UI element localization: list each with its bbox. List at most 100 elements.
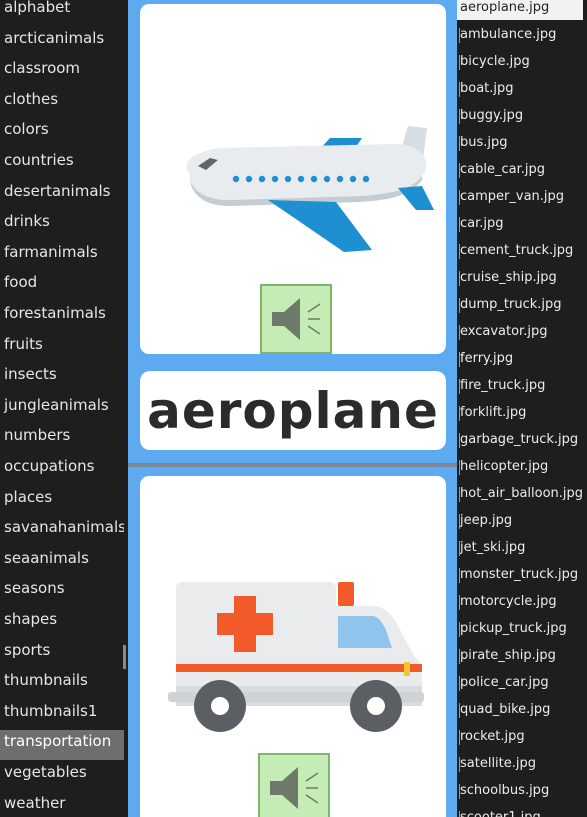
category-item-forestanimals[interactable]: forestanimals bbox=[0, 302, 124, 332]
file-item-marker bbox=[459, 55, 460, 70]
category-item-alphabet[interactable]: alphabet bbox=[0, 0, 124, 26]
category-item-savanahanimals[interactable]: savanahanimals bbox=[0, 516, 124, 546]
file-item[interactable]: pickup_truck.jpg bbox=[457, 619, 587, 641]
category-item-fruits[interactable]: fruits bbox=[0, 333, 124, 363]
file-item-label: bus.jpg bbox=[460, 135, 508, 150]
category-item-arcticanimals[interactable]: arcticanimals bbox=[0, 27, 124, 57]
category-item-thumbnails1[interactable]: thumbnails1 bbox=[0, 700, 124, 730]
file-item-label: garbage_truck.jpg bbox=[460, 432, 579, 447]
file-item-label: car.jpg bbox=[460, 216, 504, 231]
file-item-marker bbox=[459, 703, 460, 718]
category-item-seaanimals[interactable]: seaanimals bbox=[0, 547, 124, 577]
file-item[interactable]: ambulance.jpg bbox=[457, 25, 587, 47]
category-item-places[interactable]: places bbox=[0, 486, 124, 516]
category-scrollbar[interactable] bbox=[123, 645, 126, 669]
file-item-marker bbox=[459, 244, 460, 259]
file-item-label: satellite.jpg bbox=[460, 756, 537, 771]
file-item[interactable]: boat.jpg bbox=[457, 79, 587, 101]
category-item-sports[interactable]: sports bbox=[0, 639, 124, 669]
airplane-icon bbox=[186, 126, 434, 252]
file-item[interactable]: dump_truck.jpg bbox=[457, 295, 587, 317]
file-item[interactable]: jet_ski.jpg bbox=[457, 538, 587, 560]
file-item-marker bbox=[459, 136, 460, 151]
speaker-button[interactable] bbox=[260, 284, 332, 354]
file-item[interactable]: fire_truck.jpg bbox=[457, 376, 587, 398]
file-item[interactable]: rocket.jpg bbox=[457, 727, 587, 749]
file-item[interactable]: buggy.jpg bbox=[457, 106, 587, 128]
ambulance-icon bbox=[168, 582, 424, 732]
file-item[interactable]: quad_bike.jpg bbox=[457, 700, 587, 722]
speaker-button[interactable] bbox=[258, 753, 330, 817]
file-item-marker bbox=[459, 433, 460, 448]
file-item[interactable]: cruise_ship.jpg bbox=[457, 268, 587, 290]
file-item[interactable]: hot_air_balloon.jpg bbox=[457, 484, 587, 506]
category-item-seasons[interactable]: seasons bbox=[0, 577, 124, 607]
category-item-weather[interactable]: weather bbox=[0, 792, 124, 817]
file-item[interactable]: aeroplane.jpg bbox=[457, 0, 583, 20]
file-item[interactable]: bus.jpg bbox=[457, 133, 587, 155]
file-item-marker bbox=[459, 784, 460, 799]
file-item-marker bbox=[459, 298, 460, 313]
file-item[interactable]: excavator.jpg bbox=[457, 322, 587, 344]
file-item-marker bbox=[459, 352, 460, 367]
category-item-classroom[interactable]: classroom bbox=[0, 57, 124, 87]
file-item[interactable]: motorcycle.jpg bbox=[457, 592, 587, 614]
image-card-ambulance bbox=[140, 476, 446, 817]
file-item[interactable]: car.jpg bbox=[457, 214, 587, 236]
category-item-vegetables[interactable]: vegetables bbox=[0, 761, 124, 791]
file-item[interactable]: schoolbus.jpg bbox=[457, 781, 587, 803]
category-item-shapes[interactable]: shapes bbox=[0, 608, 124, 638]
file-item-label: cable_car.jpg bbox=[460, 162, 545, 177]
file-item-marker bbox=[459, 514, 460, 529]
file-item-marker bbox=[459, 676, 460, 691]
category-item-thumbnails[interactable]: thumbnails bbox=[0, 669, 124, 699]
category-item-numbers[interactable]: numbers bbox=[0, 424, 124, 454]
file-item-marker bbox=[459, 622, 460, 637]
file-item-label: boat.jpg bbox=[460, 81, 514, 96]
category-item-food[interactable]: food bbox=[0, 271, 124, 301]
file-item[interactable]: helicopter.jpg bbox=[457, 457, 587, 479]
file-item-marker bbox=[459, 217, 460, 232]
file-item[interactable]: camper_van.jpg bbox=[457, 187, 587, 209]
category-list[interactable]: alphabet arcticanimals classroom clothes col… bbox=[0, 0, 127, 817]
file-item[interactable]: monster_truck.jpg bbox=[457, 565, 587, 587]
file-item[interactable]: pirate_ship.jpg bbox=[457, 646, 587, 668]
file-item-label: fire_truck.jpg bbox=[460, 378, 546, 393]
category-item-drinks[interactable]: drinks bbox=[0, 210, 124, 240]
category-item-clothes[interactable]: clothes bbox=[0, 88, 124, 118]
file-item-marker bbox=[459, 109, 460, 124]
file-item[interactable]: garbage_truck.jpg bbox=[457, 430, 587, 452]
file-item-marker bbox=[459, 190, 460, 205]
file-item-label: bicycle.jpg bbox=[460, 54, 530, 69]
file-item-marker bbox=[459, 28, 460, 43]
category-item-farmanimals[interactable]: farmanimals bbox=[0, 241, 124, 271]
file-item-label: hot_air_balloon.jpg bbox=[460, 486, 584, 501]
file-item-label: quad_bike.jpg bbox=[460, 702, 551, 717]
file-item-marker bbox=[459, 649, 460, 664]
file-item[interactable]: police_car.jpg bbox=[457, 673, 587, 695]
file-item-marker bbox=[459, 811, 460, 817]
file-item-marker bbox=[459, 460, 460, 475]
category-item-insects[interactable]: insects bbox=[0, 363, 124, 393]
file-item[interactable]: cable_car.jpg bbox=[457, 160, 587, 182]
file-item[interactable]: jeep.jpg bbox=[457, 511, 587, 533]
category-item-occupations[interactable]: occupations bbox=[0, 455, 124, 485]
file-item[interactable]: satellite.jpg bbox=[457, 754, 587, 776]
category-item-jungleanimals[interactable]: jungleanimals bbox=[0, 394, 124, 424]
file-item[interactable]: cement_truck.jpg bbox=[457, 241, 587, 263]
category-item-countries[interactable]: countries bbox=[0, 149, 124, 179]
speaker-icon bbox=[272, 298, 321, 340]
file-item[interactable]: forklift.jpg bbox=[457, 403, 587, 425]
file-item[interactable]: scooter1.jpg bbox=[457, 808, 587, 817]
category-item-transportation[interactable]: transportation bbox=[0, 730, 124, 761]
file-item-marker bbox=[459, 595, 460, 610]
file-item-label: dump_truck.jpg bbox=[460, 297, 562, 312]
category-item-colors[interactable]: colors bbox=[0, 118, 124, 148]
file-item-label: ambulance.jpg bbox=[460, 27, 557, 42]
file-item[interactable]: bicycle.jpg bbox=[457, 52, 587, 74]
file-item[interactable]: ferry.jpg bbox=[457, 349, 587, 371]
file-item-marker bbox=[459, 757, 460, 772]
file-list[interactable]: aeroplane.jpg ambulance.jpg bicycle.jpg boa… bbox=[457, 0, 587, 817]
category-item-desertanimals[interactable]: desertanimals bbox=[0, 180, 124, 210]
image-card-aeroplane bbox=[140, 4, 446, 354]
